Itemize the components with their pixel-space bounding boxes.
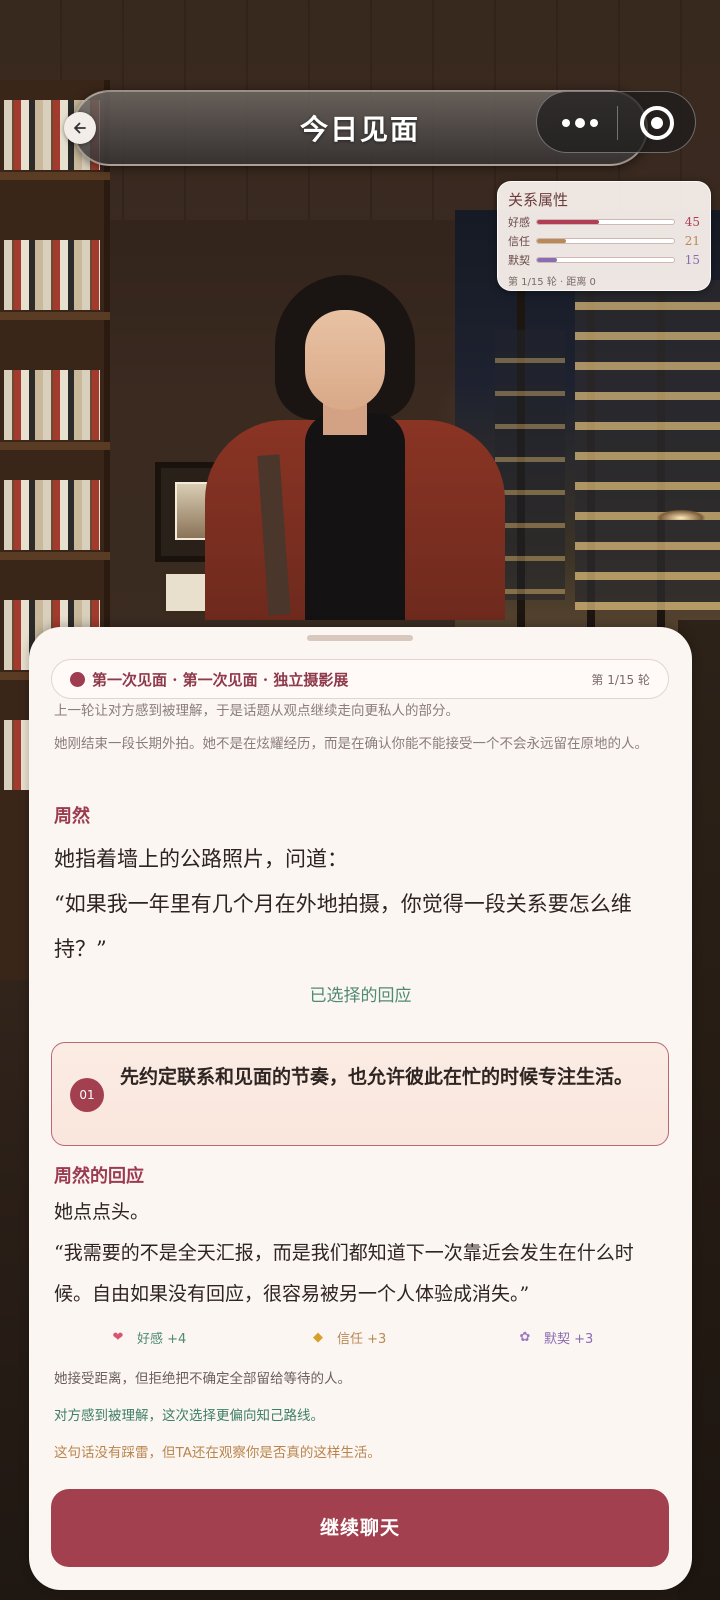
stat-change-affection: ❤ 好感 +4 [109,1328,187,1347]
stat-bar [535,218,676,225]
city-building [575,280,720,610]
shelf-board [0,552,110,560]
stat-change-row: ❤ 好感 +4 ◆ 信任 +3 ✿ 默契 +3 [29,1328,692,1350]
selected-reply-label: 已选择的回应 [309,986,412,1006]
outcome-note: 她接受距离，但拒绝把不确定全部留给等待的人。 [54,1371,351,1387]
stat-value: 21 [684,233,700,248]
stat-change-label: 信任 +3 [337,1332,387,1347]
stat-row-rapport: 默契 15 [508,250,700,269]
stat-bar-fill [536,257,558,262]
stat-change-label: 好感 +4 [137,1332,187,1347]
capsule-divider [617,106,618,140]
stat-change-rapport: ✿ 默契 +3 [516,1328,594,1347]
narration-text: 上一轮让对方感到被理解，于是话题从观点继续走向更私人的部分。 [54,703,459,719]
relationship-title: 关系属性 [508,191,569,209]
drag-handle[interactable] [307,635,413,641]
shelf-board [0,312,110,320]
arrow-left-icon [74,122,86,134]
round-counter: 第 1/15 轮 [591,673,650,687]
dialogue-action: 她指着墙上的公路照片，问道： [54,847,348,871]
stat-bar-fill [536,238,566,243]
stat-label: 好感 [508,215,530,229]
stat-label: 信任 [508,234,530,248]
character-face [305,310,385,410]
choice-text: 先约定联系和见面的节奏，也允许彼此在忙的时候专注生活。 [120,1066,634,1088]
dialogue-sheet: 第一次见面 · 第一次见面 · 独立摄影展 第 1/15 轮 上一轮让对方感到被… [29,627,692,1590]
stat-bar [535,256,676,263]
round-distance-info: 第 1/15 轮 · 距离 0 [508,277,596,288]
character-top [305,413,405,620]
dialogue-quote: “如果我一年里有几个月在外地拍摄，你觉得一段关系要怎么维持？” [54,892,632,961]
selected-reply-card: 01 先约定联系和见面的节奏，也允许彼此在忙的时候专注生活。 [51,1042,669,1146]
stat-value: 15 [684,252,700,267]
relationship-card: 关系属性 好感 45 信任 21 默契 15 第 1/15 轮 · 距离 0 [497,181,711,291]
mini-program-capsule [536,91,696,153]
stat-row-trust: 信任 21 [508,231,700,250]
shelf-board [0,172,110,180]
stat-label: 默契 [508,253,530,267]
close-target-icon[interactable] [640,106,674,140]
character-portrait [205,275,505,620]
pendant-lamp [646,470,716,520]
trust-gem-icon: ◆ [313,1330,323,1345]
back-button[interactable] [64,112,96,144]
page-title: 今日见面 [299,113,420,146]
scene-header: 第一次见面 · 第一次见面 · 独立摄影展 第 1/15 轮 [51,659,669,699]
outcome-note: 这句话没有踩雷，但TA还在观察你是否真的这样生活。 [54,1445,381,1461]
heart-icon: ❤ [112,1330,124,1345]
outcome-note: 对方感到被理解，这次选择更偏向知己路线。 [54,1408,324,1424]
book-row [4,370,100,440]
stat-value: 45 [684,214,700,229]
choice-number-badge: 01 [70,1078,104,1112]
speaker-name: 周然 [54,806,90,827]
stat-bar-fill [536,219,599,224]
narration-text: 她刚结束一段长期外拍。她不是在炫耀经历，而是在确认你能不能接受一个不会永远留在原… [54,736,648,752]
scene-title: 第一次见面 · 第一次见面 · 独立摄影展 [92,671,349,689]
book-row [4,480,100,550]
stat-change-label: 默契 +3 [544,1332,594,1347]
scene-dot-icon [70,672,85,687]
stat-bar [535,237,676,244]
shelf-board [0,442,110,450]
more-icon[interactable] [557,106,603,140]
response-action: 她点点头。 [54,1201,150,1223]
response-quote: “我需要的不是全天汇报，而是我们都知道下一次靠近会发生在什么时候。自由如果没有回… [54,1242,634,1305]
stat-change-trust: ◆ 信任 +3 [309,1328,386,1347]
response-heading: 周然的回应 [54,1166,144,1187]
lotus-icon: ✿ [519,1330,531,1345]
continue-chat-button[interactable]: 继续聊天 [51,1489,669,1567]
stat-row-affection: 好感 45 [508,212,700,231]
city-building [495,330,565,600]
book-row [4,240,100,310]
